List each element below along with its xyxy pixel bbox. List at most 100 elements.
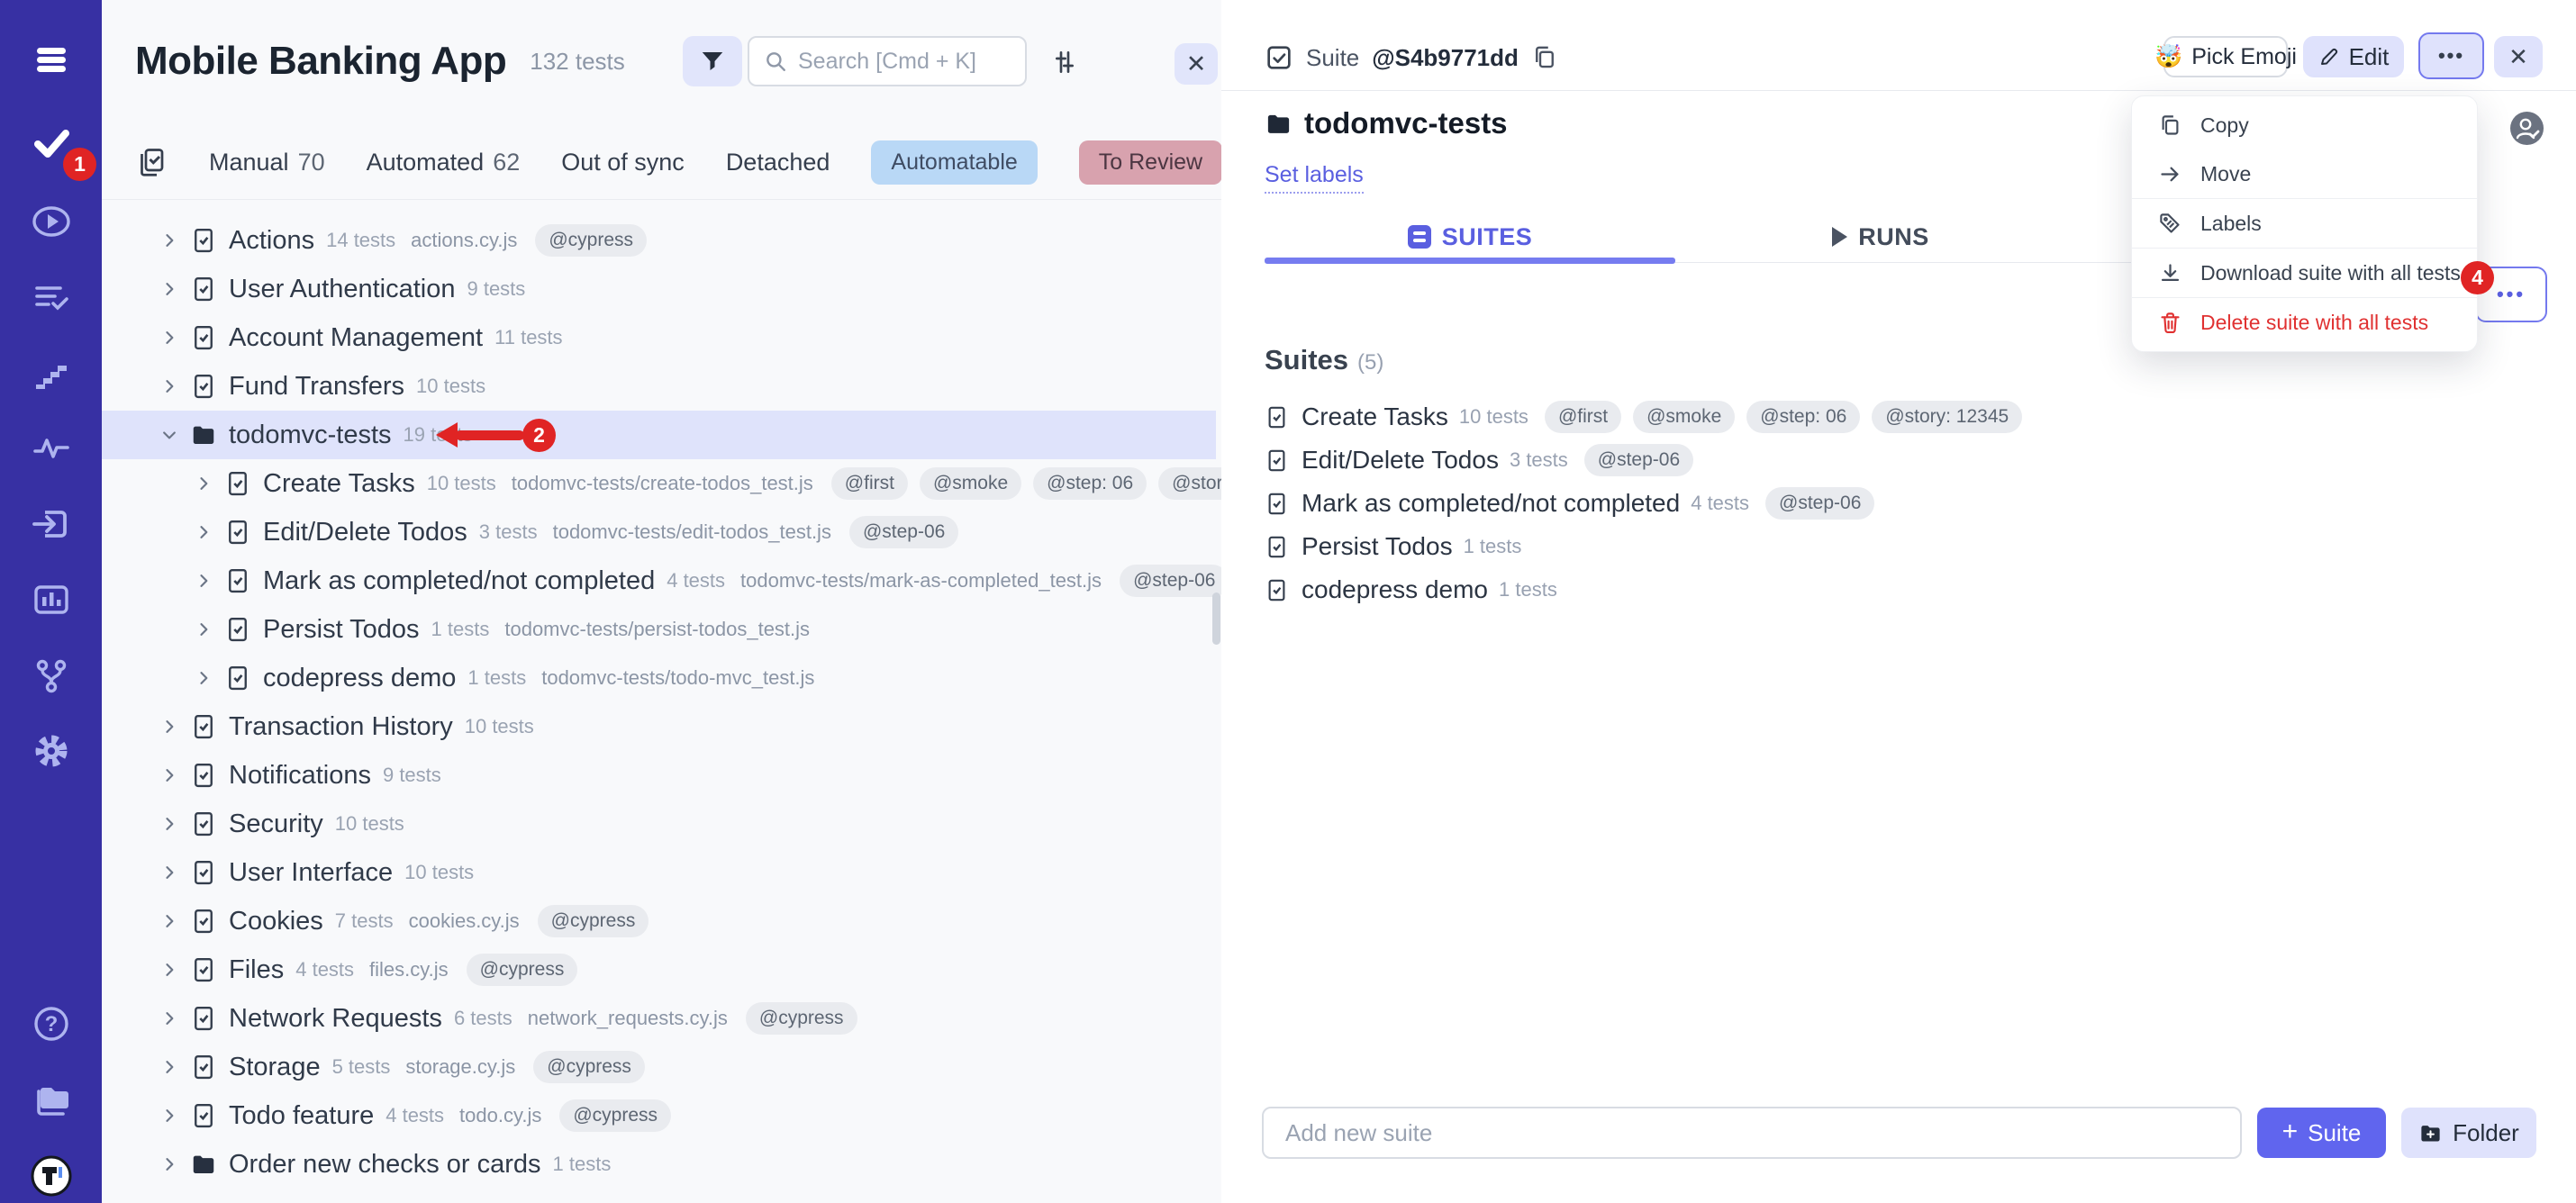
assignee-avatar[interactable] xyxy=(2510,112,2544,145)
menu-item-move[interactable]: Move xyxy=(2132,149,2477,198)
tree-row[interactable]: codepress demo1 teststodomvc-tests/todo-… xyxy=(102,654,1216,702)
steps-icon[interactable] xyxy=(29,350,74,395)
filter-chip-to-review[interactable]: To Review xyxy=(1079,140,1222,185)
scrollbar-thumb[interactable] xyxy=(1212,592,1220,645)
chevron-right-icon[interactable] xyxy=(159,1009,179,1028)
tree-row[interactable]: Persist Todos1 teststodomvc-tests/persis… xyxy=(102,605,1216,654)
filter-item-detached[interactable]: Detached xyxy=(726,149,830,176)
copy-icon xyxy=(2157,113,2182,138)
suite-list-item[interactable]: Create Tasks10 tests@first@smoke@step: 0… xyxy=(1265,395,2508,439)
search-settings-button[interactable] xyxy=(1048,45,1082,79)
runs-play-icon[interactable] xyxy=(29,199,74,244)
projects-icon[interactable] xyxy=(29,1077,74,1122)
tree-row[interactable]: User Authentication9 tests xyxy=(102,265,1216,313)
add-suite-button[interactable]: + Suite xyxy=(2257,1108,2386,1158)
suite-list-item[interactable]: Mark as completed/not completed4 tests@s… xyxy=(1265,482,2508,525)
test-file-icon xyxy=(190,373,217,400)
tests-count: 10 tests xyxy=(416,375,485,398)
tree-row[interactable]: todomvc-tests19 tests xyxy=(102,411,1216,459)
chevron-right-icon[interactable] xyxy=(159,1106,179,1126)
menu-item-delete-suite-with-all-tests[interactable]: Delete suite with all tests xyxy=(2132,298,2477,347)
search-input[interactable] xyxy=(798,49,996,75)
chevron-right-icon[interactable] xyxy=(194,522,213,542)
suite-more-button[interactable]: ••• xyxy=(2418,32,2484,79)
chevron-right-icon[interactable] xyxy=(159,863,179,882)
chevron-down-icon[interactable] xyxy=(159,425,179,445)
filter-item-automated[interactable]: Automated62 xyxy=(367,149,521,176)
tree-row[interactable]: Todo feature4 teststodo.cy.js@cypress xyxy=(102,1091,1216,1140)
panel-close-button[interactable]: ✕ xyxy=(1175,43,1218,85)
chevron-right-icon[interactable] xyxy=(159,911,179,931)
tree-row[interactable]: Security10 tests xyxy=(102,800,1216,848)
suite-close-button[interactable]: ✕ xyxy=(2494,36,2543,77)
annotation-badge-2: 2 xyxy=(522,419,556,452)
help-icon[interactable]: ? xyxy=(29,1001,74,1046)
branch-icon[interactable] xyxy=(29,653,74,698)
tests-count: 3 tests xyxy=(479,520,538,544)
chevron-right-icon[interactable] xyxy=(159,1057,179,1077)
pulse-icon[interactable] xyxy=(29,426,74,471)
suites-tab-icon xyxy=(1408,225,1431,249)
trash-icon xyxy=(2157,310,2182,335)
checklist-filter-icon[interactable] xyxy=(135,146,168,178)
import-icon[interactable] xyxy=(29,502,74,547)
tree-row[interactable]: Storage5 testsstorage.cy.js@cypress xyxy=(102,1043,1216,1091)
tree-row[interactable]: Mark as completed/not completed4 teststo… xyxy=(102,556,1216,605)
chevron-right-icon[interactable] xyxy=(159,814,179,834)
chevron-right-icon[interactable] xyxy=(159,231,179,250)
suite-list-item[interactable]: Persist Todos1 tests xyxy=(1265,525,2508,568)
edit-button[interactable]: Edit xyxy=(2303,36,2404,77)
account-avatar[interactable] xyxy=(29,1153,74,1198)
suite-name: Network Requests xyxy=(229,1004,442,1034)
test-file-icon xyxy=(190,810,217,837)
chevron-right-icon[interactable] xyxy=(159,1154,179,1174)
pick-emoji-button[interactable]: 🤯 Pick Emoji xyxy=(2163,36,2288,77)
tests-count: 4 tests xyxy=(1691,492,1749,515)
analytics-icon[interactable] xyxy=(29,577,74,622)
plans-list-check-icon[interactable] xyxy=(29,275,74,320)
menu-item-labels[interactable]: Labels xyxy=(2132,199,2477,248)
tree-row[interactable]: Create Tasks10 teststodomvc-tests/create… xyxy=(102,459,1216,508)
filter-item-out-of-sync[interactable]: Out of sync xyxy=(561,149,685,176)
tree-row[interactable]: Fund Transfers10 tests xyxy=(102,362,1216,411)
tree-row[interactable]: Edit/Delete Todos3 teststodomvc-tests/ed… xyxy=(102,508,1216,556)
chevron-right-icon[interactable] xyxy=(194,620,213,639)
suite-list-item[interactable]: Edit/Delete Todos3 tests@step-06 xyxy=(1265,439,2508,482)
divider xyxy=(1221,90,2576,91)
filter-funnel-button[interactable] xyxy=(683,36,742,86)
tree-row[interactable]: Transaction History10 tests xyxy=(102,702,1216,751)
chevron-right-icon[interactable] xyxy=(194,571,213,591)
tree-row[interactable]: Order new checks or cards1 tests xyxy=(102,1140,1216,1189)
filter-chip-automatable[interactable]: Automatable xyxy=(871,140,1037,185)
chevron-right-icon[interactable] xyxy=(159,765,179,785)
add-folder-button[interactable]: Folder xyxy=(2401,1108,2536,1158)
tree-row[interactable]: User Interface10 tests xyxy=(102,848,1216,897)
tree-row[interactable]: Notifications9 tests xyxy=(102,751,1216,800)
move-icon xyxy=(2157,161,2182,186)
menu-icon[interactable] xyxy=(29,37,74,82)
filter-item-manual[interactable]: Manual70 xyxy=(209,149,325,176)
tree-row[interactable]: Cookies7 testscookies.cy.js@cypress xyxy=(102,897,1216,945)
set-labels-link[interactable]: Set labels xyxy=(1265,162,1364,194)
chevron-right-icon[interactable] xyxy=(159,960,179,980)
chevron-right-icon[interactable] xyxy=(194,474,213,493)
chevron-right-icon[interactable] xyxy=(159,279,179,299)
chevron-right-icon[interactable] xyxy=(159,376,179,396)
tree-row[interactable]: Files4 testsfiles.cy.js@cypress xyxy=(102,945,1216,994)
tree-row[interactable]: Network Requests6 testsnetwork_requests.… xyxy=(102,994,1216,1043)
search-box[interactable] xyxy=(748,36,1027,86)
chevron-right-icon[interactable] xyxy=(194,668,213,688)
chevron-right-icon[interactable] xyxy=(159,328,179,348)
tree-row[interactable]: Actions14 testsactions.cy.js@cypress xyxy=(102,216,1216,265)
menu-item-download-suite-with-all-tests[interactable]: Download suite with all tests xyxy=(2132,249,2477,297)
settings-gear-icon[interactable] xyxy=(29,728,74,773)
tab-runs[interactable]: RUNS xyxy=(1675,214,2086,259)
menu-item-copy[interactable]: Copy xyxy=(2132,101,2477,149)
add-suite-input[interactable] xyxy=(1262,1107,2242,1159)
suite-list-item[interactable]: codepress demo1 tests xyxy=(1265,568,2508,611)
tree-row[interactable]: Account Management11 tests xyxy=(102,313,1216,362)
tab-suites[interactable]: SUITES xyxy=(1265,214,1675,259)
tests-count: 10 tests xyxy=(465,715,534,738)
chevron-right-icon[interactable] xyxy=(159,717,179,737)
copy-id-icon[interactable] xyxy=(1531,44,1558,71)
